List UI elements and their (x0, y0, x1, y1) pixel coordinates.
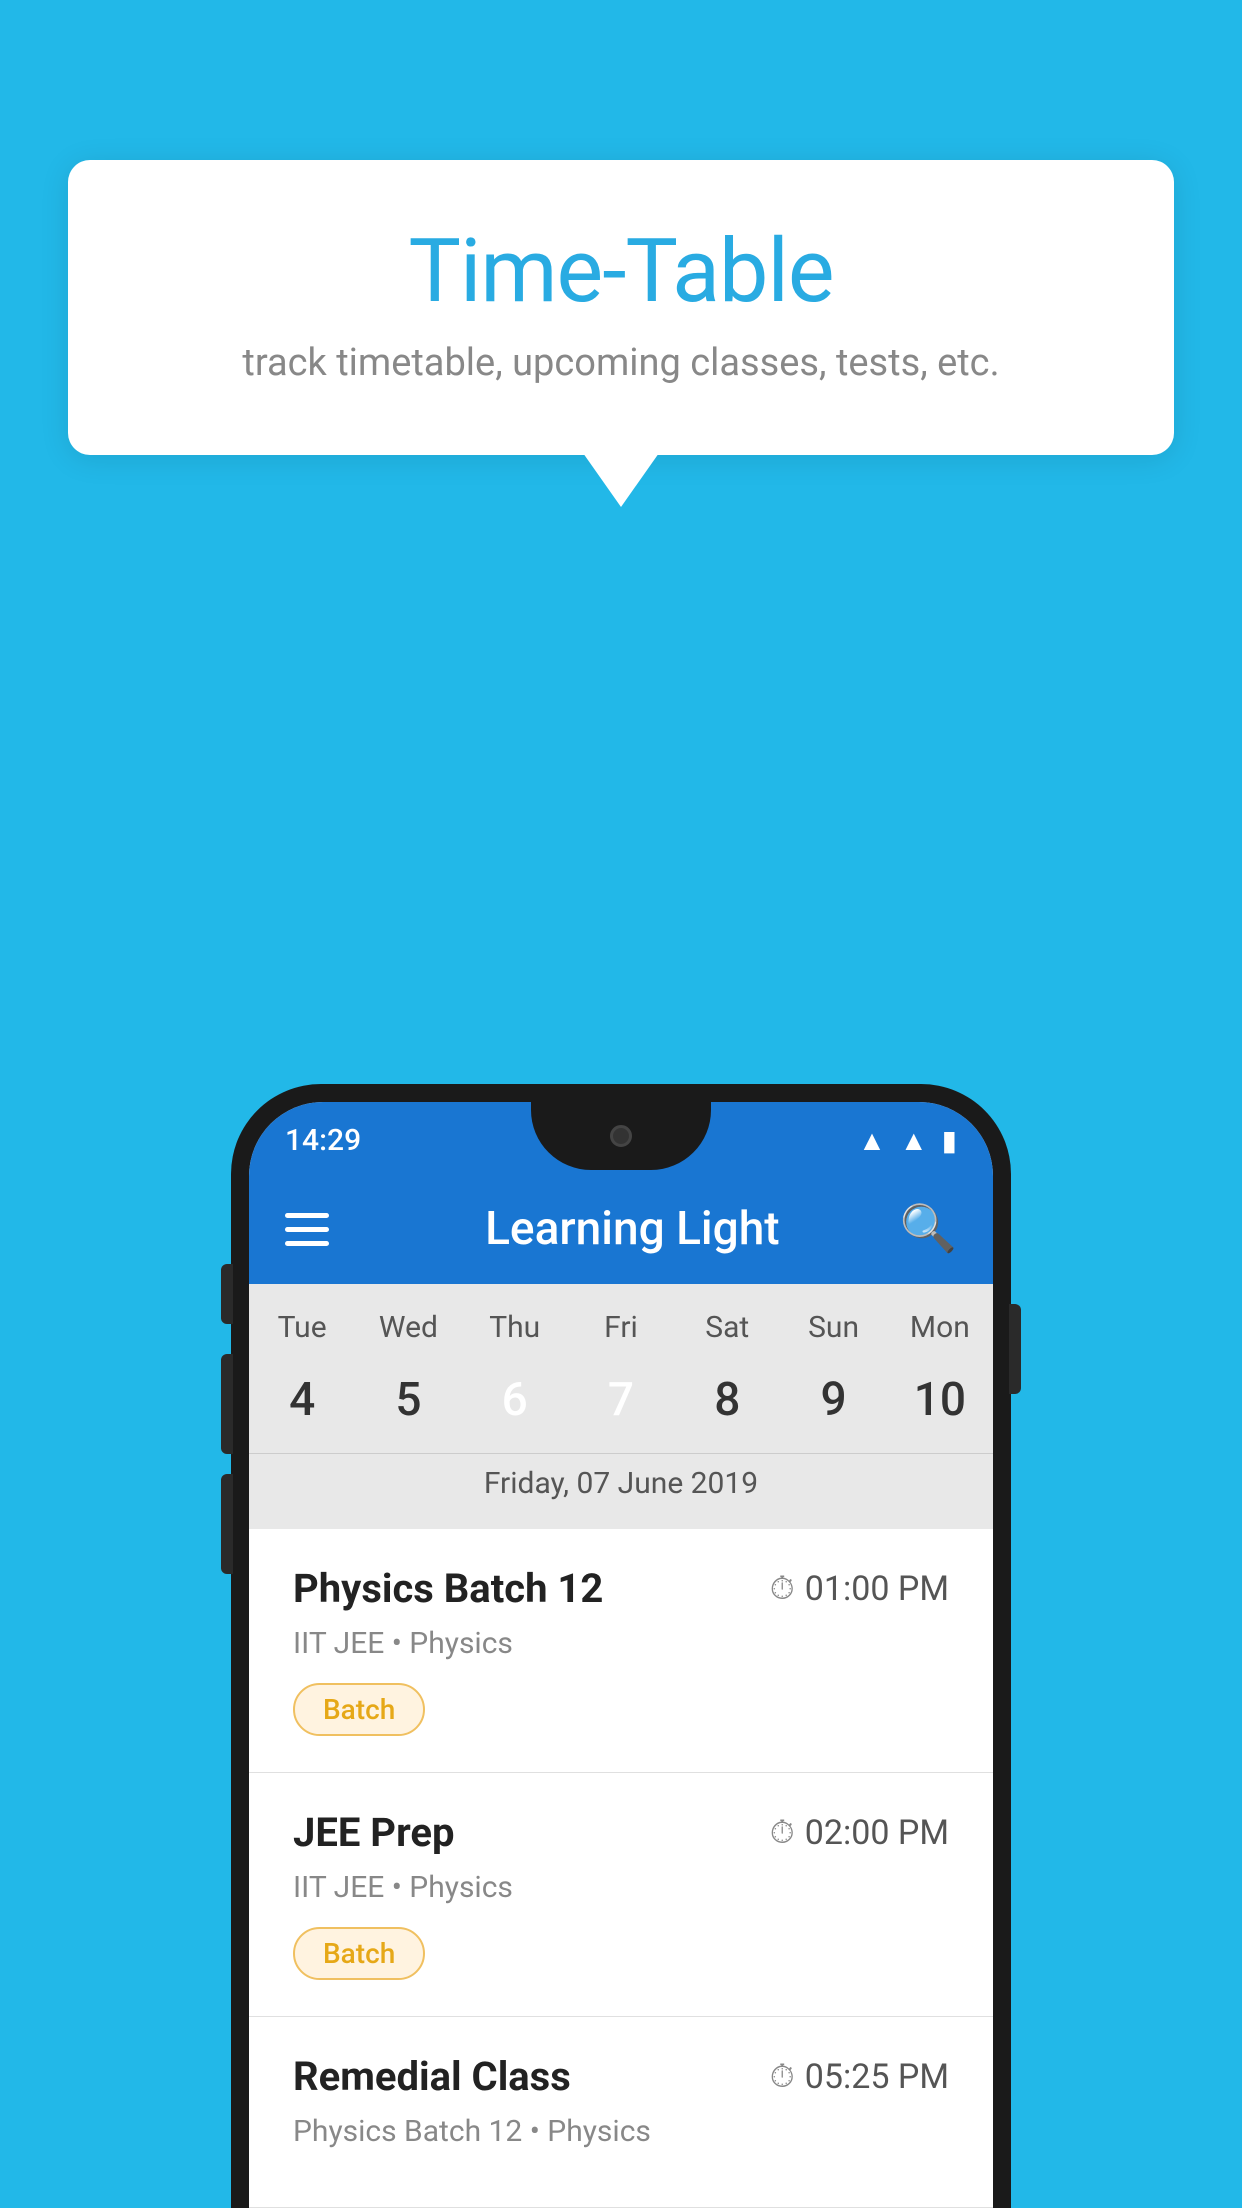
speech-bubble: Time-Table track timetable, upcoming cla… (68, 160, 1174, 455)
day-number-4[interactable]: 4 (249, 1361, 355, 1439)
calendar-strip: TueWedThuFriSatSunMon 45678910 Friday, 0… (249, 1284, 993, 1529)
battery-icon: ▮ (942, 1124, 957, 1157)
day-number-8[interactable]: 8 (674, 1361, 780, 1439)
app-bar: Learning Light 🔍 (249, 1174, 993, 1284)
bubble-subtitle: track timetable, upcoming classes, tests… (148, 341, 1094, 385)
signal-icon: ▲ (900, 1124, 928, 1157)
clock-icon: ⏱ (770, 1813, 795, 1852)
selected-date-label: Friday, 07 June 2019 (249, 1453, 993, 1521)
mute-button (221, 1264, 233, 1324)
day-header: Sun (780, 1302, 886, 1353)
day-header: Sat (674, 1302, 780, 1353)
status-icons: ▲ ▲ ▮ (858, 1124, 957, 1157)
power-button (1009, 1304, 1021, 1394)
day-header: Mon (887, 1302, 993, 1353)
clock-icon: ⏱ (770, 1569, 795, 1608)
day-header: Thu (462, 1302, 568, 1353)
schedule-item-header: JEE Prep ⏱ 02:00 PM (293, 1809, 949, 1856)
batch-tag: Batch (293, 1927, 425, 1980)
schedule-subtitle: IIT JEE • Physics (293, 1626, 949, 1661)
schedule-item-1[interactable]: JEE Prep ⏱ 02:00 PM IIT JEE • Physics Ba… (249, 1773, 993, 2017)
schedule-time: ⏱ 02:00 PM (770, 1813, 949, 1853)
schedule-title: Physics Batch 12 (293, 1565, 603, 1612)
schedule-time: ⏱ 01:00 PM (770, 1569, 949, 1609)
batch-tag: Batch (293, 1683, 425, 1736)
notch (531, 1102, 711, 1170)
schedule-time: ⏱ 05:25 PM (770, 2057, 949, 2097)
day-headers: TueWedThuFriSatSunMon (249, 1302, 993, 1353)
front-camera (610, 1125, 632, 1147)
day-number-5[interactable]: 5 (355, 1361, 461, 1439)
schedule-item-0[interactable]: Physics Batch 12 ⏱ 01:00 PM IIT JEE • Ph… (249, 1529, 993, 1773)
schedule-title: Remedial Class (293, 2053, 571, 2100)
day-number-7[interactable]: 7 (568, 1361, 674, 1439)
day-header: Tue (249, 1302, 355, 1353)
volume-down-button (221, 1474, 233, 1574)
phone-screen: 14:29 ▲ ▲ ▮ Learning Light 🔍 (249, 1102, 993, 2208)
day-header: Wed (355, 1302, 461, 1353)
speech-bubble-wrapper: Time-Table track timetable, upcoming cla… (68, 160, 1174, 455)
app-title: Learning Light (365, 1202, 900, 1256)
status-time: 14:29 (285, 1123, 361, 1158)
menu-button[interactable] (285, 1213, 329, 1246)
schedule-title: JEE Prep (293, 1809, 454, 1856)
schedule-item-2[interactable]: Remedial Class ⏱ 05:25 PM Physics Batch … (249, 2017, 993, 2208)
schedule-item-header: Remedial Class ⏱ 05:25 PM (293, 2053, 949, 2100)
schedule-subtitle: IIT JEE • Physics (293, 1870, 949, 1905)
volume-up-button (221, 1354, 233, 1454)
day-header: Fri (568, 1302, 674, 1353)
clock-icon: ⏱ (770, 2057, 795, 2096)
day-numbers: 45678910 (249, 1361, 993, 1439)
bubble-title: Time-Table (148, 220, 1094, 323)
schedule-subtitle: Physics Batch 12 • Physics (293, 2114, 949, 2149)
schedule-item-header: Physics Batch 12 ⏱ 01:00 PM (293, 1565, 949, 1612)
phone-outer: 14:29 ▲ ▲ ▮ Learning Light 🔍 (231, 1084, 1011, 2208)
day-number-10[interactable]: 10 (887, 1361, 993, 1439)
search-icon[interactable]: 🔍 (900, 1202, 957, 1256)
wifi-icon: ▲ (858, 1124, 886, 1157)
day-number-9[interactable]: 9 (780, 1361, 886, 1439)
schedule-list: Physics Batch 12 ⏱ 01:00 PM IIT JEE • Ph… (249, 1529, 993, 2208)
day-number-6[interactable]: 6 (462, 1361, 568, 1439)
phone-mockup: 14:29 ▲ ▲ ▮ Learning Light 🔍 (231, 1084, 1011, 2208)
